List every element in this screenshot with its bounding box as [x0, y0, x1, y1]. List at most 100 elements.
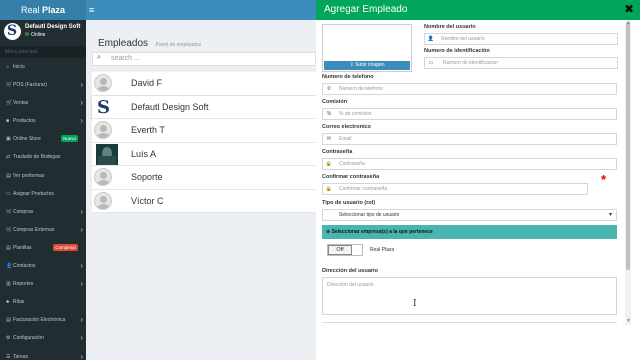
lock-icon: 🔒 [325, 186, 333, 192]
user-icon: 👤 [427, 36, 435, 42]
id-placeholder: Numero de identificacion [443, 60, 499, 66]
sidebar-item-configuraci-n[interactable]: ⚙ Configuración › [0, 329, 86, 347]
sidebar-item-icon: ⚙ [6, 335, 11, 342]
employee-name: Defautl Design Soft [131, 101, 209, 112]
sidebar-item-label: POS (Facturar) [13, 82, 47, 89]
list-item[interactable]: Soporte [92, 166, 316, 190]
sidebar-item-label: Ventas [13, 100, 29, 107]
sidebar-item-planillas[interactable]: ▤ Planillas Completar [0, 239, 86, 257]
avatar-letter: S [97, 97, 110, 116]
sidebar-badge: Completar [53, 243, 78, 251]
envelope-icon: ✉ [326, 136, 332, 142]
upload-label: Subir imagen [355, 62, 385, 68]
sidebar-item-icon: ⇄ [6, 154, 11, 161]
scroll-down-icon[interactable]: ▼ [626, 318, 631, 324]
sidebar-item-productos[interactable]: ■ Productos › [0, 112, 86, 130]
password-field[interactable]: 🔒 Contraseña [322, 158, 617, 170]
close-icon[interactable]: ✖ [624, 2, 634, 16]
address-label: Dirección del usuario [322, 268, 378, 274]
sidebar-item-reportes[interactable]: ▥ Reportes › [0, 275, 86, 293]
sidebar-item-icon: ♣ [6, 299, 10, 306]
employee-name: David F [131, 78, 163, 88]
sidebar-item-label: Rifas [13, 299, 25, 306]
chevron-right-icon: › [80, 261, 83, 271]
phone-field[interactable]: ✆ Numero de telefono [322, 83, 617, 95]
role-select[interactable]: Seleccionar tipo de usuario ▾ [322, 209, 617, 221]
sidebar-item-contactos[interactable]: 👤Contactos › [0, 257, 86, 275]
list-item[interactable]: S Defautl Design Soft [92, 95, 316, 119]
upload-image-button[interactable]: ⇪ Subir imagen [324, 61, 410, 70]
default-user-icon [94, 121, 112, 139]
sidebar-item-icon: ▥ [6, 281, 11, 288]
sidebar-item-ver-proformas[interactable]: ▤ Ver proformas [0, 167, 86, 185]
sidebar-item-label: Ver proformas [13, 172, 45, 179]
username-field[interactable]: 👤 Nombre del usuario [424, 33, 618, 45]
sidebar-item-compras[interactable]: 🛒Compras › [0, 203, 86, 221]
sidebar-item-asignar-productos[interactable]: ▭ Asignar Productos [0, 185, 86, 203]
sidebar-item-label: Online Store [13, 136, 41, 143]
page-subtitle: Panel de empleados [155, 42, 202, 48]
id-field[interactable]: ▭ Numero de identificacion [424, 57, 618, 69]
avatar: S [94, 97, 112, 116]
list-item[interactable]: Víctor C [92, 189, 316, 213]
list-item[interactable]: Everth T [92, 119, 316, 143]
chevron-right-icon: › [80, 224, 83, 234]
sidebar-item-label: Asignar Productos [13, 190, 54, 197]
user-status: Online [25, 32, 45, 38]
address-textarea[interactable]: Dirección del usuario [322, 277, 617, 315]
lock-icon: 🔒 [325, 161, 333, 167]
sidebar-item-traslado-de-bodegas[interactable]: ⇄ Traslado de Bodegas [0, 148, 86, 166]
company-toggle[interactable]: Off [327, 244, 363, 256]
scrollbar-thumb[interactable] [626, 22, 630, 270]
avatar [96, 143, 118, 165]
role-selected-value: Seleccionar tipo de usuario [339, 212, 400, 218]
default-user-icon [94, 168, 112, 186]
company-section-header: ⊕ Seleccionar empresa(s) a la que perten… [322, 225, 617, 239]
password-label: Contraseña [322, 149, 353, 155]
default-user-icon [94, 191, 112, 210]
search-icon: ⌕ [97, 54, 101, 61]
sidebar-item-facturaci-n-electr-nica[interactable]: ▤ Facturación Electrónica › [0, 311, 86, 329]
sidebar-item-icon: 🛒 [6, 226, 13, 233]
username-label: Nombre del usuario [424, 24, 476, 30]
sidebar-item-label: Productos [13, 118, 36, 125]
user-status-text: Online [31, 32, 46, 38]
chevron-right-icon: › [80, 80, 83, 90]
sidebar-item-label: Compras [13, 208, 34, 215]
list-item[interactable]: David F [92, 72, 316, 96]
email-field[interactable]: ✉ Email [322, 133, 617, 145]
content-header: Empleados Panel de empleados [98, 33, 201, 51]
commission-field[interactable]: % % de comisión [322, 108, 617, 120]
chevron-right-icon: › [80, 116, 83, 126]
sidebar-item-label: Tareas [13, 353, 29, 360]
email-label: Correo electronico [322, 124, 371, 130]
scroll-up-icon[interactable]: ▲ [626, 20, 631, 26]
list-item[interactable]: Luís A [92, 142, 316, 166]
sidebar-item-icon: 🛒 [6, 208, 13, 215]
brand-logo[interactable]: Real Plaza [0, 0, 86, 20]
sidebar-item-inicio[interactable]: ⌂ Inicio [0, 58, 86, 76]
sidebar-item-ventas[interactable]: 🛒Ventas › [0, 94, 86, 112]
phone-label: Numero de telefono [322, 74, 374, 80]
avatar-letter: S [7, 23, 18, 39]
sidebar-item-rifas[interactable]: ♣ Rifas [0, 293, 86, 311]
menu-toggle-icon[interactable]: ≡ [89, 4, 94, 16]
sidebar-item-tareas[interactable]: ☰ Tareas › [0, 348, 86, 360]
user-panel: S Defautl Design Soft Online [0, 20, 86, 44]
panel-title: Agregar Empleado [324, 4, 408, 15]
sidebar-item-pos-facturar[interactable]: 🛒POS (Facturar) › [0, 76, 86, 94]
confirm-password-field[interactable]: 🔒 Confirmar contraseña [322, 183, 588, 195]
sidebar-item-icon: ▤ [6, 172, 11, 179]
id-card-icon: ▭ [428, 60, 434, 66]
search-input[interactable]: ⌕ search ... [92, 52, 316, 66]
sidebar-item-icon: ▣ [6, 136, 11, 143]
sidebar-item-online-store[interactable]: ▣ Online Store Nuevo [0, 130, 86, 148]
company-section-label: Seleccionar empresa(s) a la que pertenec… [331, 229, 433, 235]
chevron-right-icon: › [80, 351, 83, 360]
chevron-right-icon: › [80, 315, 83, 325]
sidebar-item-label: Inicio [13, 64, 25, 70]
sidebar-item-compras-externas[interactable]: 🛒Compras Externas › [0, 221, 86, 239]
user-name: Defautl Design Soft [25, 24, 81, 30]
default-user-icon [94, 74, 112, 92]
avatar: S [4, 23, 21, 40]
